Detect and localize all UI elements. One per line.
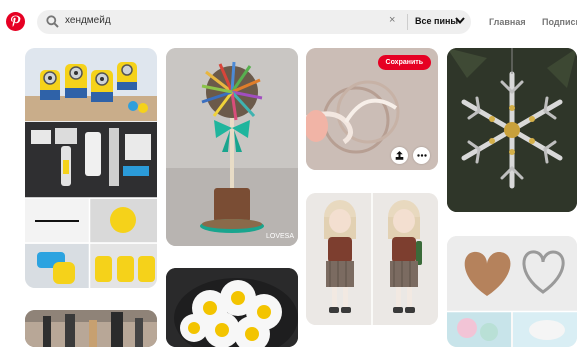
- pin-image: LOVESA: [166, 48, 298, 246]
- search-divider: [407, 14, 408, 30]
- pin-felt-eggs[interactable]: [166, 268, 298, 347]
- pin-image: [447, 48, 577, 212]
- pinterest-logo-icon[interactable]: [6, 12, 25, 31]
- top-bar: хендмейд × Все пины Главная Подписки: [0, 0, 577, 44]
- pin-image: [25, 310, 157, 347]
- pin-image: [306, 193, 438, 325]
- pin-minion-craft[interactable]: [25, 48, 157, 288]
- more-options-button[interactable]: [413, 147, 430, 164]
- nav-following[interactable]: Подписки: [542, 17, 577, 27]
- nav-home[interactable]: Главная: [489, 17, 526, 27]
- search-bar[interactable]: хендмейд × Все пины: [37, 10, 471, 34]
- pin-textile-doll[interactable]: [306, 193, 438, 325]
- pin-beaded-snowflake[interactable]: [447, 48, 577, 212]
- pin-thread-hoops[interactable]: Сохранить: [306, 48, 438, 170]
- pin-watermark: LOVESA: [266, 233, 294, 240]
- share-icon: [395, 151, 404, 160]
- search-scope-dropdown[interactable]: Все пины: [415, 16, 458, 26]
- search-icon: [46, 15, 59, 28]
- pin-pencil-tree[interactable]: LOVESA: [166, 48, 298, 246]
- share-button[interactable]: [391, 147, 408, 164]
- pin-kitchen-utensils[interactable]: [25, 310, 157, 347]
- search-input[interactable]: хендмейд: [65, 15, 111, 26]
- pin-image: [447, 236, 577, 347]
- chevron-down-icon[interactable]: [455, 17, 465, 24]
- ellipsis-icon: [416, 154, 427, 157]
- pin-image: [25, 48, 157, 288]
- save-button[interactable]: Сохранить: [377, 55, 431, 70]
- pin-gingerbread-hearts[interactable]: [447, 236, 577, 347]
- clear-search-icon[interactable]: ×: [389, 14, 395, 26]
- pin-image: [166, 268, 298, 347]
